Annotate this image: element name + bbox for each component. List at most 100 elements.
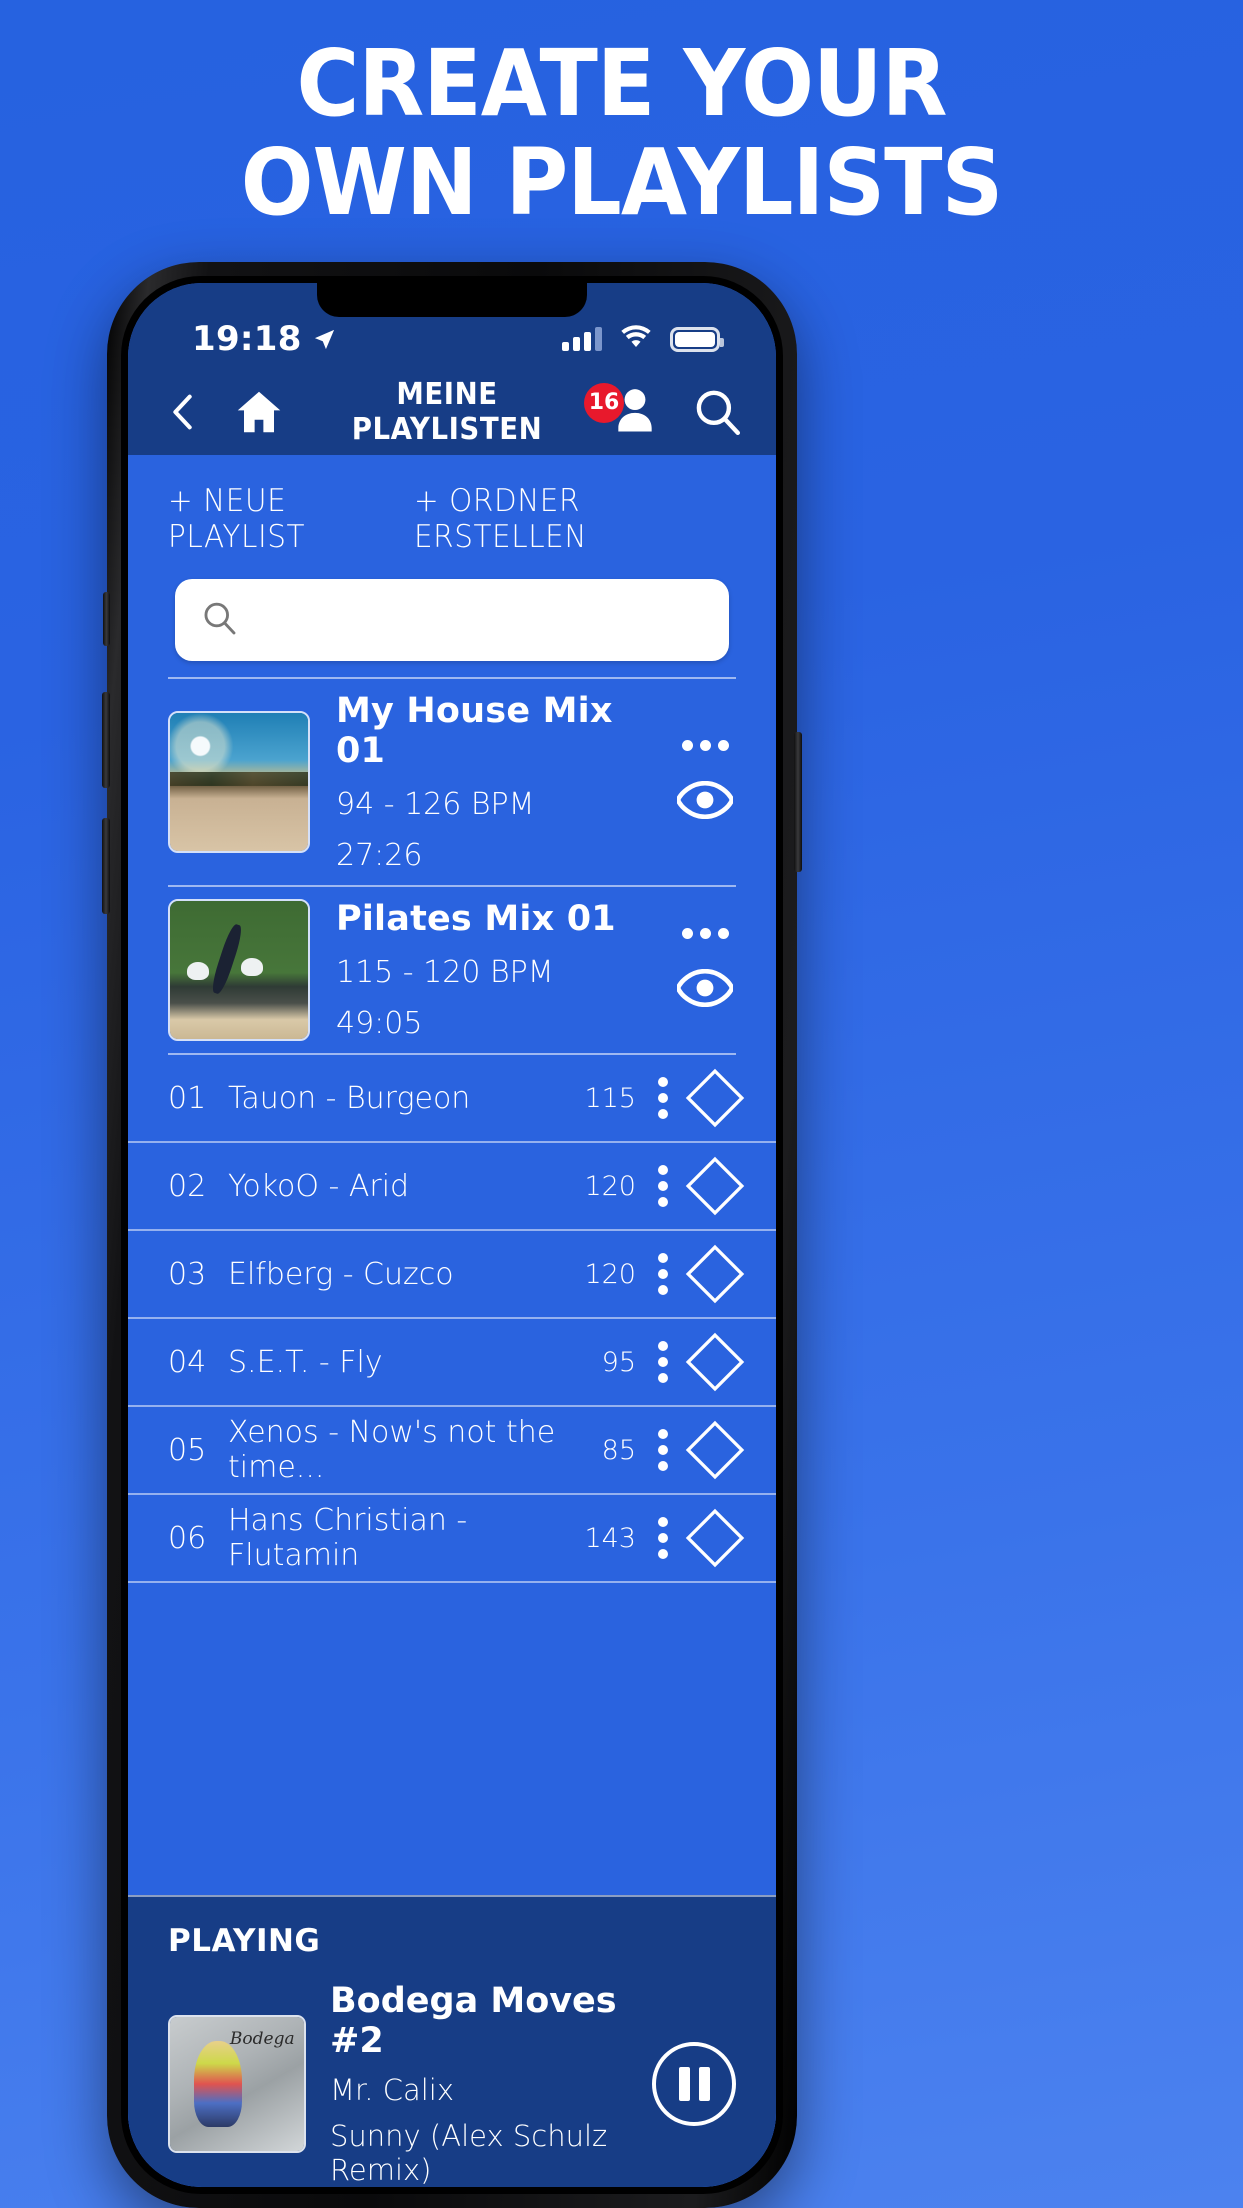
profile-button[interactable]: 16 [584, 382, 660, 440]
table-row[interactable]: 01 Tauon - Burgeon 115 [128, 1055, 776, 1143]
promo-headline-line1: CREATE YOUR [296, 30, 947, 137]
now-playing-row: Bodega Moves #2 Mr. Calix Sunny (Alex Sc… [168, 1981, 736, 2187]
track-bpm: 143 [584, 1522, 636, 1554]
track-number: 02 [168, 1168, 207, 1204]
playlist-card[interactable]: Pilates Mix 01 115 - 120 BPM 49:05 [128, 887, 776, 1053]
playlist-duration: 27:26 [336, 838, 423, 873]
track-bpm: 120 [584, 1258, 636, 1290]
landscape-sunset-photo [170, 713, 308, 851]
action-row: + NEUE PLAYLIST + ORDNER ERSTELLEN [128, 455, 776, 569]
track-title: Tauon - Burgeon [228, 1080, 471, 1116]
now-playing-meta: Bodega Moves #2 Mr. Calix Sunny (Alex Sc… [330, 1981, 628, 2187]
table-row[interactable]: 04 S.E.T. - Fly 95 [128, 1319, 776, 1407]
drag-handle-icon[interactable] [684, 1507, 746, 1569]
phone-notch [317, 283, 587, 317]
drag-handle-icon[interactable] [684, 1155, 746, 1217]
table-row[interactable]: 05 Xenos - Now's not the time... 85 [128, 1407, 776, 1495]
track-number: 06 [168, 1520, 207, 1556]
status-indicators [562, 324, 724, 354]
pilates-pose-photo [170, 901, 308, 1039]
home-icon[interactable] [234, 387, 284, 437]
search-input[interactable] [249, 604, 703, 636]
more-horizontal-icon[interactable] [681, 928, 729, 939]
table-row[interactable]: 06 Hans Christian - Flutamin 143 [128, 1495, 776, 1583]
search-box[interactable] [175, 579, 729, 661]
location-arrow-icon [313, 328, 336, 351]
track-title: S.E.T. - Fly [228, 1344, 383, 1380]
more-vertical-icon[interactable] [658, 1077, 668, 1119]
status-time: 19:18 [192, 319, 302, 359]
pause-icon [698, 2067, 710, 2101]
drag-handle-icon[interactable] [684, 1067, 746, 1129]
more-vertical-icon[interactable] [658, 1341, 668, 1383]
table-row[interactable]: 03 Elfberg - Cuzco 120 [128, 1231, 776, 1319]
now-playing-title: Bodega Moves #2 [330, 1981, 617, 2061]
eye-icon[interactable] [675, 968, 735, 1012]
search-icon [201, 600, 237, 641]
more-horizontal-icon[interactable] [681, 740, 729, 751]
playlist-card[interactable]: My House Mix 01 94 - 126 BPM 27:26 [128, 679, 776, 885]
track-bpm: 95 [601, 1346, 636, 1378]
battery-full-icon [670, 326, 724, 352]
app-body: + NEUE PLAYLIST + ORDNER ERSTELLEN My Ho… [128, 455, 776, 2187]
wifi-icon [620, 324, 652, 354]
promo-headline-line2: OWN PLAYLISTS [240, 129, 1004, 237]
pause-button[interactable] [652, 2042, 736, 2126]
playlist-thumbnail [168, 899, 310, 1041]
playlist-meta: Pilates Mix 01 115 - 120 BPM 49:05 [332, 899, 646, 1041]
search-area [128, 569, 776, 677]
track-number: 03 [168, 1256, 207, 1292]
notification-badge: 16 [584, 382, 624, 423]
playlist-duration: 49:05 [336, 1006, 423, 1041]
table-row[interactable]: 02 YokoO - Arid 120 [128, 1143, 776, 1231]
phone-mockup: 19:18 MEINE PLAYLISTEN 16 + NEUE PLAYLIS… [102, 262, 802, 2208]
track-list: 01 Tauon - Burgeon 115 02 YokoO - Arid 1… [128, 1055, 776, 1583]
track-bpm: 85 [601, 1434, 636, 1466]
power-button[interactable] [794, 732, 802, 872]
playlist-controls [668, 740, 742, 824]
phone-screen: 19:18 MEINE PLAYLISTEN 16 + NEUE PLAYLIS… [128, 283, 776, 2187]
bodega-moves-cover [170, 2017, 304, 2151]
eye-icon[interactable] [675, 780, 735, 824]
volume-down-button[interactable] [102, 818, 110, 914]
mute-switch[interactable] [103, 592, 110, 646]
now-playing-artist: Mr. Calix [330, 2073, 455, 2107]
promo-headline: CREATE YOUR OWN PLAYLISTS [44, 34, 1200, 233]
playlist-controls [668, 928, 742, 1012]
now-playing-artwork [168, 2015, 306, 2153]
track-title: Elfberg - Cuzco [228, 1256, 454, 1292]
phone-bezel: 19:18 MEINE PLAYLISTEN 16 + NEUE PLAYLIS… [121, 276, 783, 2194]
track-bpm: 115 [584, 1082, 636, 1114]
more-vertical-icon[interactable] [658, 1429, 668, 1471]
drag-handle-icon[interactable] [684, 1243, 746, 1305]
playlist-meta: My House Mix 01 94 - 126 BPM 27:26 [332, 691, 646, 873]
track-title: Hans Christian - Flutamin [228, 1503, 468, 1573]
pause-icon [678, 2067, 690, 2101]
playlist-title: My House Mix 01 [336, 691, 613, 771]
playlist-bpm: 94 - 126 BPM [336, 787, 535, 822]
search-icon[interactable] [692, 387, 742, 437]
page-title: MEINE PLAYLISTEN [351, 377, 543, 447]
drag-handle-icon[interactable] [684, 1419, 746, 1481]
now-playing-track: Sunny (Alex Schulz Remix) [330, 2119, 608, 2187]
drag-handle-icon[interactable] [684, 1331, 746, 1393]
status-clock: 19:18 [192, 319, 336, 359]
cellular-signal-icon [562, 327, 602, 351]
now-playing-bar: PLAYING Bodega Moves #2 Mr. Calix Sunny … [128, 1895, 776, 2187]
track-number: 04 [168, 1344, 207, 1380]
more-vertical-icon[interactable] [658, 1165, 668, 1207]
track-title: YokoO - Arid [228, 1168, 410, 1204]
create-folder-button[interactable]: + ORDNER ERSTELLEN [414, 483, 722, 555]
track-number: 05 [168, 1432, 207, 1468]
now-playing-label: PLAYING [168, 1923, 321, 1959]
track-title: Xenos - Now's not the time... [228, 1415, 556, 1485]
volume-up-button[interactable] [102, 692, 110, 788]
track-number: 01 [168, 1080, 207, 1116]
app-header: MEINE PLAYLISTEN 16 [128, 369, 776, 455]
more-vertical-icon[interactable] [658, 1253, 668, 1295]
chevron-left-icon[interactable] [160, 389, 206, 435]
more-vertical-icon[interactable] [658, 1517, 668, 1559]
playlist-thumbnail [168, 711, 310, 853]
new-playlist-button[interactable]: + NEUE PLAYLIST [168, 483, 402, 555]
playlist-title: Pilates Mix 01 [336, 899, 616, 939]
